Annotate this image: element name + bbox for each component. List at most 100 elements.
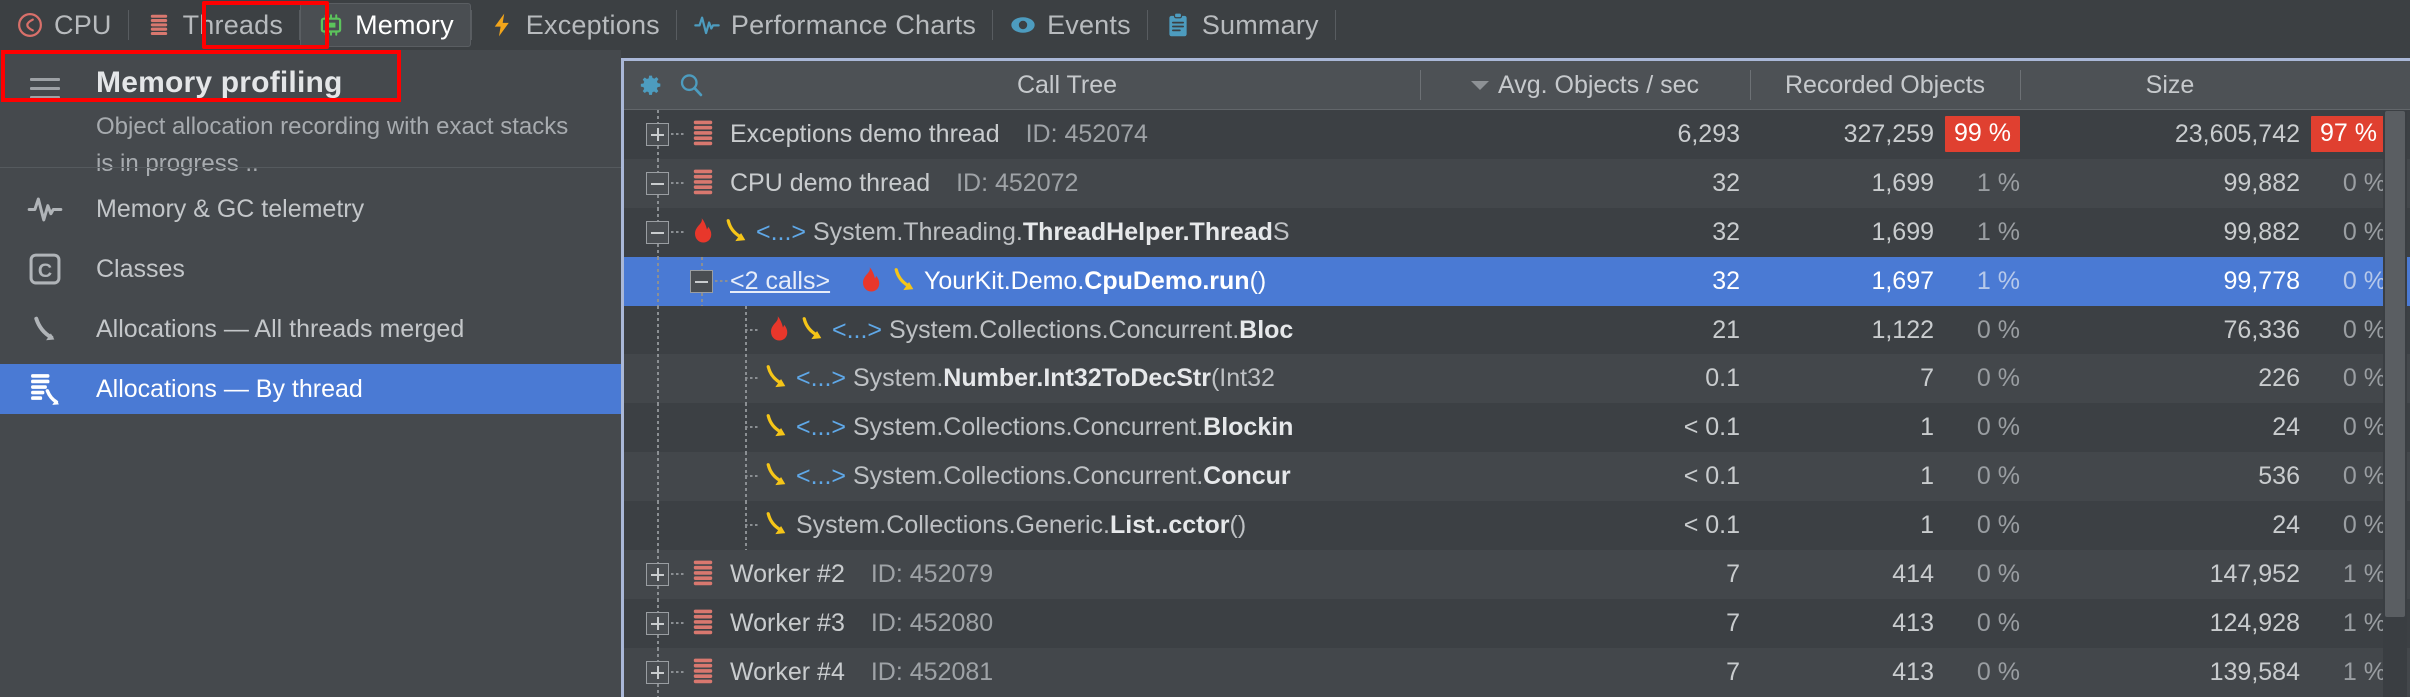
recorded-objects-cell: 1,699	[1871, 217, 1934, 246]
table-header: Call Tree Avg. Objects / sec Recorded Obje…	[624, 61, 2410, 110]
tab-events[interactable]: Events	[993, 3, 1147, 47]
method-identifier: Concur	[1203, 462, 1291, 491]
method-name: System.Collections.Concurrent.Concur	[853, 462, 1291, 490]
allocation-arrow-icon	[762, 458, 796, 494]
flame-icon	[854, 263, 888, 299]
column-header-label: Size	[2145, 70, 2195, 99]
table-row[interactable]: <...> System.Collections.Concurrent.Bloc…	[624, 305, 2410, 355]
recorded-objects-percent: 0 %	[1976, 559, 2020, 588]
tab-performance-charts[interactable]: Performance Charts	[677, 3, 992, 47]
avg-objects-per-sec-cell: 32	[1712, 266, 1740, 295]
table-row[interactable]: Worker #4 ID: 452081 7 413 0 % 139,584 1 %	[624, 647, 2410, 697]
scrollbar-thumb[interactable]	[2385, 111, 2405, 617]
column-divider[interactable]	[2020, 70, 2021, 100]
size-percent: 97 %	[2310, 110, 2386, 159]
size-percent: 1 %	[2342, 657, 2386, 686]
size-cell: 147,952	[2209, 559, 2300, 588]
recorded-objects-cell: 1	[1920, 462, 1934, 491]
flame-icon	[762, 312, 796, 348]
avg-objects-per-sec-cell: 7	[1726, 559, 1740, 588]
sidebar-item-label: Allocations — By thread	[96, 374, 363, 403]
size-cell: 99,882	[2223, 168, 2300, 197]
search-icon[interactable]	[677, 71, 705, 99]
table-row[interactable]: <...> System.Collections.Concurrent.Conc…	[624, 452, 2410, 502]
method-name: System.Collections.Generic.List..cctor()	[796, 511, 1246, 539]
table-row[interactable]: <...> System.Threading.ThreadHelper.Thre…	[624, 207, 2410, 257]
tab-label: CPU	[54, 9, 112, 40]
sidebar-header: Memory profiling Object allocation recor…	[0, 50, 621, 177]
sidebar-item-allocations-all-threads-merged[interactable]: Allocations — All threads merged	[0, 304, 621, 354]
eye-icon	[1009, 11, 1037, 39]
table-row[interactable]: <...> System.Collections.Concurrent.Bloc…	[624, 403, 2410, 453]
method-identifier: List..cctor	[1110, 511, 1230, 540]
recorded-objects-percent: 1 %	[1976, 217, 2020, 246]
allocation-arrow-icon	[762, 409, 796, 445]
sidebar-divider	[0, 167, 621, 168]
size-cell: 226	[2258, 364, 2300, 393]
size-cell: 24	[2272, 511, 2300, 540]
table-row[interactable]: <2 calls> YourKit.Demo.CpuDemo.run() 32 1,…	[624, 256, 2410, 306]
thread-name: Worker #4	[730, 657, 845, 686]
table-row[interactable]: CPU demo thread ID: 452072 32 1,699 1 % 99,88…	[624, 158, 2410, 208]
truncated-frames-marker[interactable]: <...>	[796, 462, 846, 490]
column-divider[interactable]	[1420, 70, 1421, 100]
hamburger-menu-icon[interactable]	[30, 78, 60, 99]
sidebar-item-classes[interactable]: C Classes	[0, 244, 621, 294]
calls-count-link[interactable]: <2 calls>	[730, 267, 830, 296]
table-row[interactable]: <...> System.Number.Int32ToDecStr(Int32 0…	[624, 354, 2410, 404]
cpu-gauge-icon	[16, 11, 44, 39]
thread-name: CPU demo thread	[730, 168, 931, 197]
call-tree-cell: <...> System.Collections.Concurrent.Conc…	[624, 452, 1420, 501]
table-row[interactable]: Worker #2 ID: 452079 7 414 0 % 147,952 1 %	[624, 550, 2410, 599]
truncated-frames-marker[interactable]: <...>	[796, 364, 846, 392]
gear-icon[interactable]	[637, 71, 665, 99]
recorded-objects-cell: 1,699	[1871, 168, 1934, 197]
size-cell: 139,584	[2209, 657, 2300, 686]
recorded-objects-percent: 1 %	[1976, 168, 2020, 197]
call-tree-cell: Exceptions demo thread ID: 452074	[624, 110, 1420, 159]
column-header-avg-objects-sec[interactable]: Avg. Objects / sec	[1420, 61, 1750, 109]
method-namespace: System.Collections.Generic.	[796, 511, 1111, 540]
truncated-frames-marker[interactable]: <...>	[756, 218, 806, 246]
truncated-frames-marker[interactable]: <...>	[796, 413, 846, 441]
method-signature-tail: (Int32	[1210, 364, 1275, 393]
column-header-size[interactable]: Size	[2020, 61, 2320, 109]
allocation-by-thread-icon	[26, 370, 64, 408]
tab-label: Exceptions	[525, 9, 660, 40]
sort-descending-caret-icon	[1470, 80, 1489, 90]
tab-summary[interactable]: Summary	[1148, 3, 1335, 47]
call-tree-cell: <...> System.Threading.ThreadHelper.Thre…	[624, 208, 1420, 257]
method-name: System.Threading.ThreadHelper.ThreadS	[813, 218, 1290, 246]
tab-memory[interactable]: Memory	[300, 3, 471, 47]
column-header-call-tree[interactable]: Call Tree	[714, 61, 1420, 109]
size-percent: 0 %	[2342, 364, 2386, 393]
table-row[interactable]: Worker #3 ID: 452080 7 413 0 % 124,928 1 %	[624, 598, 2410, 648]
avg-objects-per-sec-cell: 0.1	[1705, 364, 1740, 393]
tab-separator	[1334, 10, 1336, 40]
allocation-arrow-icon	[762, 507, 796, 543]
thread-icon	[686, 165, 720, 201]
sidebar-item-label: Classes	[96, 254, 185, 283]
column-divider[interactable]	[1750, 70, 1751, 100]
call-tree-panel: Call Tree Avg. Objects / sec Recorded Obje…	[621, 58, 2410, 697]
allocation-arrow-icon	[798, 312, 832, 348]
table-row[interactable]: Exceptions demo thread ID: 452074 6,293 327…	[624, 110, 2410, 159]
table-row[interactable]: System.Collections.Generic.List..cctor()…	[624, 501, 2410, 551]
left-sidebar: Memory profiling Object allocation recor…	[0, 50, 621, 697]
method-namespace: System.	[853, 364, 944, 393]
status-text: Object allocation recording with exact s…	[96, 113, 569, 178]
truncated-frames-marker[interactable]: <...>	[832, 316, 882, 344]
sidebar-item-memory-gc-telemetry[interactable]: Memory & GC telemetry	[0, 184, 621, 234]
page-title: Memory profiling	[96, 66, 343, 99]
recorded-objects-cell: 414	[1892, 559, 1934, 588]
column-header-recorded-objects[interactable]: Recorded Objects	[1750, 61, 2020, 109]
method-signature-tail: ()	[1229, 511, 1247, 540]
call-tree-cell: System.Collections.Generic.List..cctor()	[624, 501, 1420, 550]
vertical-scrollbar[interactable]	[2383, 111, 2407, 697]
tab-exceptions[interactable]: Exceptions	[472, 3, 676, 47]
tab-cpu[interactable]: CPU	[0, 3, 128, 47]
sidebar-item-allocations-by-thread[interactable]: Allocations — By thread	[0, 364, 621, 414]
tab-threads[interactable]: Threads	[129, 3, 299, 47]
lightning-bolt-icon	[488, 11, 516, 39]
recorded-objects-cell: 413	[1892, 608, 1934, 637]
